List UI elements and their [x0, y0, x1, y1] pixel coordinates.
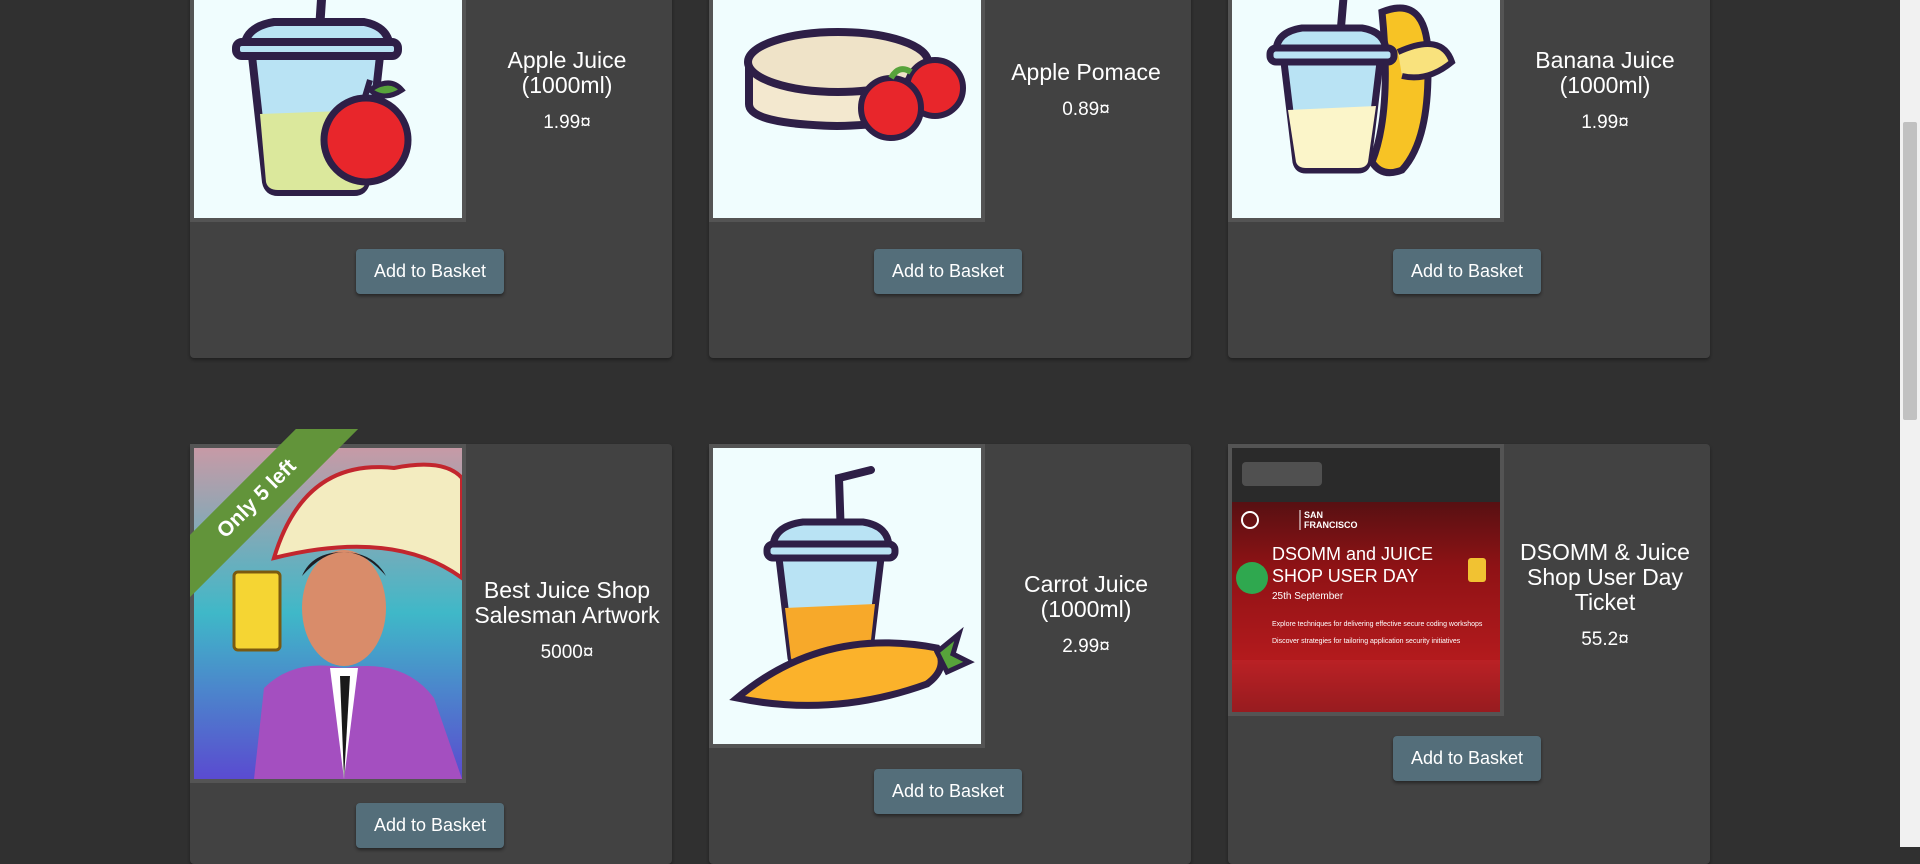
poster-headline-2: SHOP USER DAY: [1272, 566, 1419, 586]
add-to-basket-button[interactable]: Add to Basket: [1393, 736, 1541, 781]
product-image-salesman-artwork[interactable]: [190, 444, 466, 783]
product-image-apple-pomace[interactable]: [709, 0, 985, 222]
scrollbar-thumb[interactable]: [1903, 122, 1917, 420]
page-scrollbar[interactable]: [1900, 0, 1920, 847]
add-to-basket-button[interactable]: Add to Basket: [1393, 249, 1541, 294]
poster-city: SAN FRANCISCO: [1304, 510, 1358, 530]
product-card-banana-juice: Banana Juice (1000ml) 1.99¤ Add to Baske…: [1228, 0, 1710, 358]
product-card-salesman-artwork: Only 5 left Best Juice Shop Salesman Art…: [190, 429, 672, 864]
apple-juice-cup-icon: [194, 0, 462, 218]
banana-juice-cup-icon: [1232, 0, 1500, 218]
product-name: DSOMM & Juice Shop User Day Ticket: [1520, 539, 1690, 615]
salesman-artwork: [194, 448, 462, 779]
product-price: 5000¤: [540, 642, 594, 663]
add-to-basket-button[interactable]: Add to Basket: [874, 769, 1022, 814]
product-image-carrot-juice[interactable]: [709, 444, 985, 748]
product-image-apple-juice[interactable]: [190, 0, 466, 222]
add-to-basket-button[interactable]: Add to Basket: [356, 249, 504, 294]
add-to-basket-button[interactable]: Add to Basket: [356, 803, 504, 848]
product-name: Banana Juice (1000ml): [1535, 47, 1675, 98]
poster-headline-1: DSOMM and JUICE: [1272, 544, 1434, 564]
apple-pomace-icon: [713, 0, 981, 218]
poster-date: 25th September: [1272, 591, 1344, 602]
product-card-carrot-juice: Carrot Juice (1000ml) 2.99¤ Add to Baske…: [709, 444, 1191, 864]
product-price: 1.99¤: [543, 112, 591, 133]
product-name: Apple Pomace: [1011, 59, 1161, 85]
product-price: 55.2¤: [1581, 629, 1629, 650]
poster-line-1: Explore techniques for delivering effect…: [1272, 621, 1483, 628]
add-to-basket-button[interactable]: Add to Basket: [874, 249, 1022, 294]
product-name: Best Juice Shop Salesman Artwork: [474, 577, 660, 628]
product-card-apple-juice: Apple Juice (1000ml) 1.99¤ Add to Basket: [190, 0, 672, 358]
carrot-juice-cup-icon: [713, 448, 981, 744]
product-name: Carrot Juice (1000ml): [1024, 571, 1148, 622]
product-card-apple-pomace: Apple Pomace 0.89¤ Add to Basket: [709, 0, 1191, 358]
product-price: 0.89¤: [1062, 99, 1110, 120]
product-image-user-day-ticket[interactable]: SAN FRANCISCO DSOMM and JUICE SHOP USER …: [1228, 444, 1504, 716]
product-price: 1.99¤: [1581, 112, 1629, 133]
product-price: 2.99¤: [1062, 636, 1110, 657]
product-name: Apple Juice (1000ml): [507, 47, 627, 98]
product-card-user-day-ticket: SAN FRANCISCO DSOMM and JUICE SHOP USER …: [1228, 444, 1710, 864]
product-image-banana-juice[interactable]: [1228, 0, 1504, 222]
poster-line-2: Discover strategies for tailoring applic…: [1272, 638, 1461, 645]
